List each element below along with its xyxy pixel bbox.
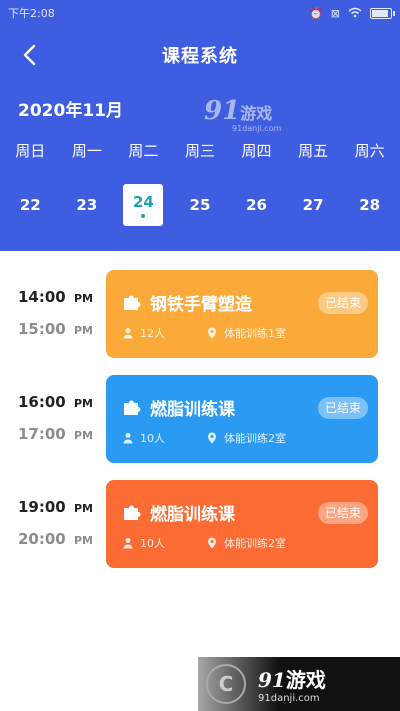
date-item[interactable]: 22	[10, 184, 50, 226]
date-item[interactable]: 23	[67, 184, 107, 226]
start-time: 16:00	[18, 393, 66, 411]
status-time: 下午2:08	[8, 7, 55, 20]
alarm-icon: ⏰	[309, 6, 323, 20]
date-item[interactable]: 26	[237, 184, 277, 226]
weekday-label: 周四	[241, 142, 272, 160]
session-row: 16:00 PM 17:00 PM 燃脂训练课 已结束 10人 体能训练2室	[0, 375, 400, 463]
people-count: 12人	[140, 327, 165, 340]
location-pin-icon	[208, 327, 216, 339]
status-bar: 下午2:08 ⏰ ⊠	[0, 0, 400, 26]
course-title: 钢铁手臂塑造	[150, 295, 252, 315]
date-item[interactable]: 27	[293, 184, 333, 226]
weekday-label: 周六	[354, 142, 385, 160]
course-card[interactable]: 燃脂训练课 已结束 10人 体能训练2室	[106, 480, 378, 568]
watermark-banner: C 91游戏 91danji.com	[198, 657, 400, 711]
location-pin-icon	[208, 537, 216, 549]
course-title: 燃脂训练课	[150, 505, 235, 525]
status-badge: 已结束	[317, 397, 368, 419]
nav-bar: 课程系统	[0, 32, 400, 78]
session-row: 14:00 PM 15:00 PM 钢铁手臂塑造 已结束 12人 体能训练1室	[0, 270, 400, 358]
date-item-selected[interactable]: 24	[123, 184, 164, 226]
status-badge: 已结束	[317, 292, 368, 314]
weekday-label: 周一	[71, 142, 102, 160]
session-times: 14:00 PM 15:00 PM	[18, 288, 94, 338]
people-count: 10人	[140, 537, 165, 550]
puzzle-icon	[124, 400, 141, 415]
session-times: 16:00 PM 17:00 PM	[18, 393, 94, 443]
person-icon	[123, 328, 133, 339]
person-icon	[123, 538, 133, 549]
weekday-label: 周五	[298, 142, 329, 160]
status-badge: 已结束	[317, 502, 368, 524]
course-card[interactable]: 燃脂训练课 已结束 10人 体能训练2室	[106, 375, 378, 463]
weekday-label: 周二	[128, 142, 159, 160]
end-time: 15:00	[18, 320, 66, 338]
month-label: 2020年11月	[18, 101, 123, 121]
brand-logo-icon: C	[206, 664, 246, 704]
location-text: 体能训练2室	[224, 537, 286, 550]
event-dot	[141, 213, 146, 218]
location-text: 体能训练1室	[224, 327, 286, 340]
person-icon	[123, 433, 133, 444]
date-row: 22 23 24 25 26 27 28	[0, 184, 400, 226]
page-title: 课程系统	[162, 46, 238, 67]
date-item[interactable]: 28	[350, 184, 390, 226]
start-time: 19:00	[18, 498, 66, 516]
wifi-icon	[348, 7, 362, 20]
puzzle-icon	[124, 295, 141, 310]
header: 下午2:08 ⏰ ⊠ 课程系统 2020年11月 91游戏 91danji.co…	[0, 0, 400, 251]
watermark-logo: 91游戏 91danji.com	[204, 96, 282, 133]
status-icons: ⏰ ⊠	[309, 6, 395, 20]
session-row: 19:00 PM 20:00 PM 燃脂训练课 已结束 10人 体能训练2室	[0, 480, 400, 568]
battery-icon	[370, 7, 395, 19]
sim-icon: ⊠	[330, 6, 340, 20]
course-card[interactable]: 钢铁手臂塑造 已结束 12人 体能训练1室	[106, 270, 378, 358]
people-count: 10人	[140, 432, 165, 445]
location-pin-icon	[208, 432, 216, 444]
session-times: 19:00 PM 20:00 PM	[18, 498, 94, 548]
location-text: 体能训练2室	[224, 432, 286, 445]
course-title: 燃脂训练课	[150, 400, 235, 420]
start-time: 14:00	[18, 288, 66, 306]
end-time: 17:00	[18, 425, 66, 443]
weekday-label: 周日	[15, 142, 46, 160]
puzzle-icon	[124, 505, 141, 520]
end-time: 20:00	[18, 530, 66, 548]
weekday-label: 周三	[184, 142, 215, 160]
weekday-row: 周日 周一 周二 周三 周四 周五 周六	[0, 140, 400, 161]
date-item[interactable]: 25	[180, 184, 220, 226]
back-arrow-icon[interactable]	[14, 40, 44, 70]
